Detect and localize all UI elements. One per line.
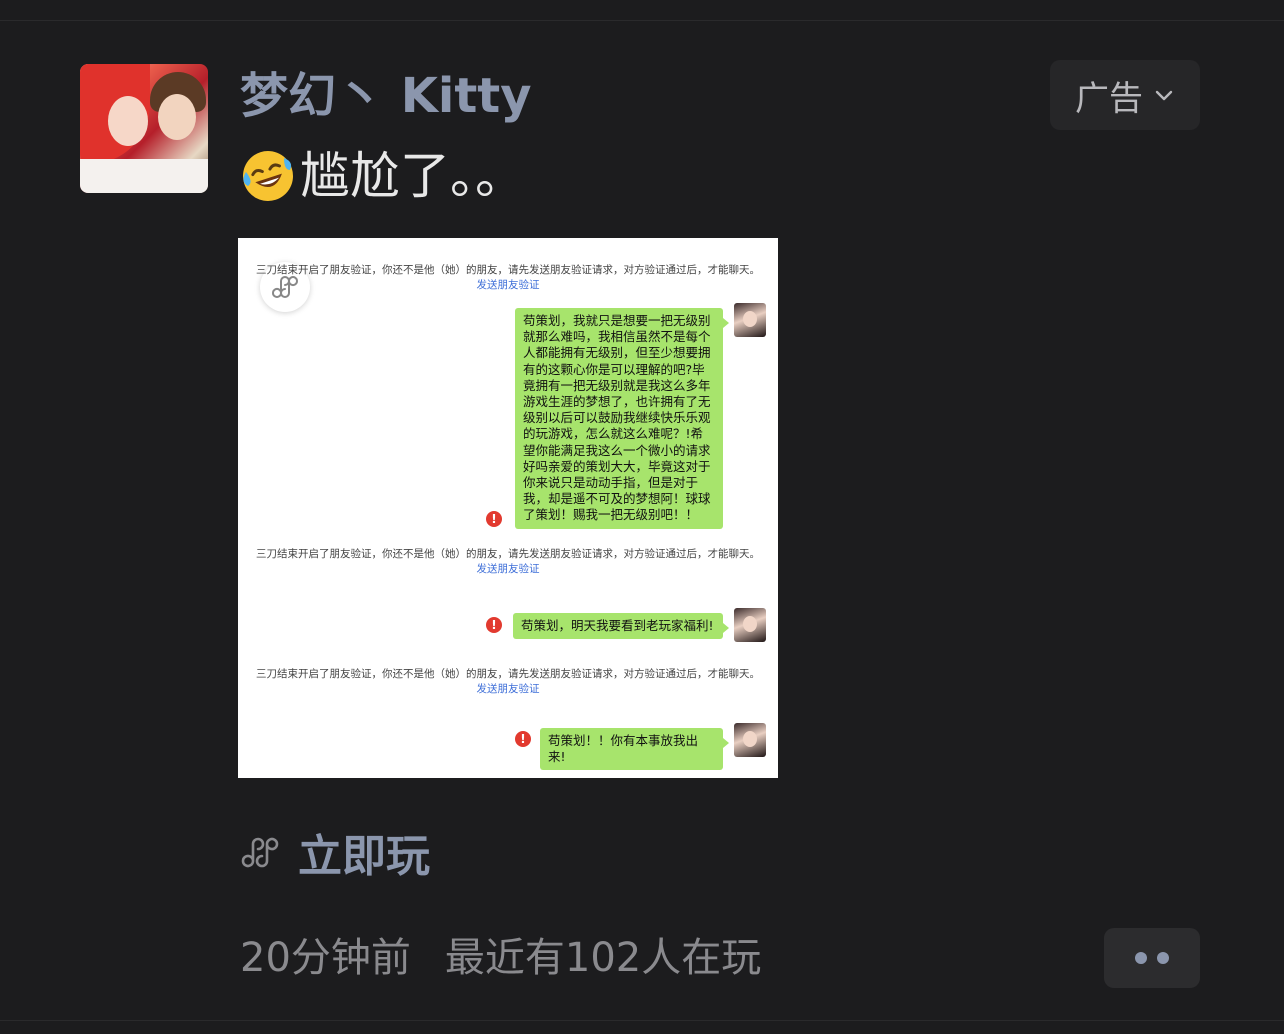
- chat-avatar: [734, 303, 766, 337]
- system-message: 三刀结束开启了朋友验证，你还不是他（她）的朋友，请先发送朋友验证请求，对方验证通…: [238, 667, 778, 697]
- more-dots-icon: [1135, 952, 1147, 964]
- post-text-content: 尴尬了。。: [300, 147, 525, 205]
- send-verify-link[interactable]: 发送朋友验证: [238, 682, 778, 697]
- post-text: 尴尬了。。: [240, 144, 525, 208]
- chat-bubble: 苟策划，我就只是想要一把无级别就那么难吗，我相信虽然不是每个人都能拥有无级别，但…: [515, 308, 729, 529]
- post-time: 20分钟前: [240, 935, 411, 981]
- more-button[interactable]: [1104, 928, 1200, 988]
- username[interactable]: 梦幻丶 Kitty: [240, 64, 532, 128]
- system-message: 三刀结束开启了朋友验证，你还不是他（她）的朋友，请先发送朋友验证请求，对方验证通…: [238, 263, 778, 293]
- mini-program-link-icon: [241, 837, 279, 868]
- error-icon[interactable]: !: [515, 731, 531, 747]
- play-now-link[interactable]: 立即玩: [240, 824, 430, 882]
- top-divider: [0, 20, 1284, 21]
- system-message: 三刀结束开启了朋友验证，你还不是他（她）的朋友，请先发送朋友验证请求，对方验证通…: [238, 547, 778, 577]
- play-now-label: 立即玩: [298, 831, 430, 882]
- post-image[interactable]: 三刀结束开启了朋友验证，你还不是他（她）的朋友，请先发送朋友验证请求，对方验证通…: [238, 238, 778, 778]
- avatar[interactable]: [80, 64, 208, 193]
- post-meta: 20分钟前 最近有102人在玩: [240, 930, 761, 986]
- bottom-divider: [0, 1020, 1284, 1021]
- ad-label: 广告: [1075, 78, 1143, 119]
- send-verify-link[interactable]: 发送朋友验证: [238, 562, 778, 577]
- error-icon[interactable]: !: [486, 511, 502, 527]
- chat-avatar: [734, 723, 766, 757]
- error-icon[interactable]: !: [486, 617, 502, 633]
- chat-avatar: [734, 608, 766, 642]
- crying-laughing-emoji-icon: [243, 151, 293, 201]
- send-verify-link[interactable]: 发送朋友验证: [238, 278, 778, 293]
- players-count: 最近有102人在玩: [444, 935, 762, 981]
- chevron-down-icon: [1155, 90, 1173, 101]
- ad-dropdown-button[interactable]: 广告: [1050, 60, 1200, 130]
- chat-bubble: 苟策划，明天我要看到老玩家福利!: [513, 613, 729, 640]
- chat-bubble: 苟策划！！你有本事放我出来!: [540, 728, 729, 771]
